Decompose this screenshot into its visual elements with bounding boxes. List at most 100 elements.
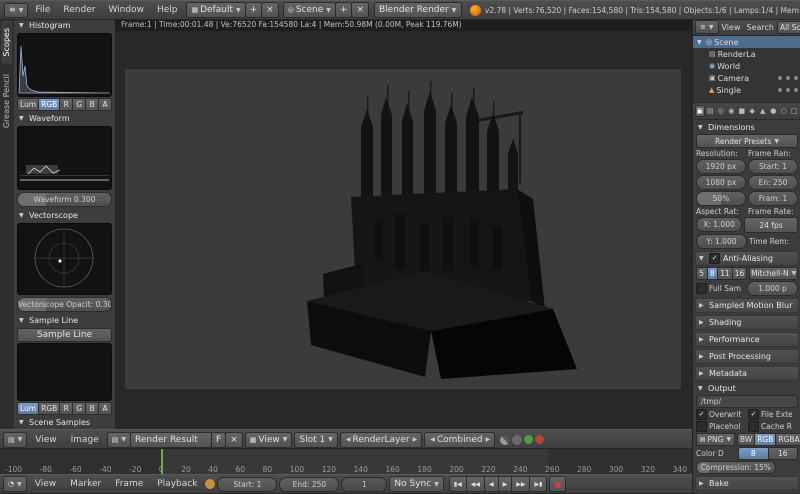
channel-g-button[interactable]: G (73, 98, 87, 111)
restrict-visibility-icon[interactable] (786, 88, 790, 92)
frame-start-field[interactable]: Start: 1 (748, 159, 798, 174)
channel-b-button[interactable]: B (86, 402, 100, 415)
channel-r-button[interactable]: R (60, 98, 74, 111)
file-format-dropdown[interactable]: ▤ PNG ▼ (696, 433, 735, 446)
start-frame-field[interactable]: Start: 1 (217, 476, 278, 492)
tab-object-icon[interactable]: ■ (737, 105, 747, 117)
channel-rgb-button[interactable]: RGB (39, 98, 61, 111)
outliner-item-world[interactable]: ◉ World (693, 60, 800, 72)
prev-keyframe-button[interactable]: ◀◀ (466, 476, 485, 492)
channel-lum-button[interactable]: Lum (17, 98, 40, 111)
menu-marker[interactable]: Marker (64, 479, 107, 489)
frame-rate-dropdown[interactable]: 24 fps (744, 217, 798, 233)
color-rgba-button[interactable]: RGBA (776, 433, 800, 446)
output-path-field[interactable]: /tmp/ (696, 395, 798, 408)
file-extensions-checkbox[interactable]: ✓ File Exte (748, 409, 798, 420)
end-frame-field[interactable]: End: 250 (279, 476, 340, 492)
sample-line-panel-header[interactable]: ▼ Sample Line (16, 314, 113, 327)
overwrite-checkbox[interactable]: ✓ Overwrit (696, 409, 746, 420)
menu-window[interactable]: Window (102, 5, 150, 15)
close-layout-button[interactable]: × (261, 2, 279, 18)
unlink-image-button[interactable]: × (225, 431, 243, 448)
jump-to-end-button[interactable]: ▶▮ (530, 476, 548, 492)
outliner-item-camera[interactable]: ▣ Camera (693, 72, 800, 84)
metadata-panel-header[interactable]: ▶ Metadata (695, 366, 799, 381)
channel-rgb-button[interactable]: RGB (39, 402, 61, 415)
restrict-selection-icon[interactable] (778, 76, 782, 80)
channel-lum-button[interactable]: Lum (17, 402, 40, 415)
jump-to-start-button[interactable]: ▮◀ (448, 476, 467, 492)
image-canvas[interactable] (115, 31, 692, 429)
timeline-region[interactable]: -100-80-60-40-20020406080100120140160180… (0, 448, 692, 475)
anti-aliasing-checkbox[interactable]: ✓ (709, 253, 720, 264)
layout-dropdown[interactable]: ▦ Default ▼ (186, 2, 246, 18)
timeline-ruler[interactable]: -100-80-60-40-20020406080100120140160180… (0, 465, 692, 474)
aa-filter-dropdown[interactable]: Mitchell-N ▼ (749, 267, 798, 280)
tab-render-layers-icon[interactable]: ▤ (706, 105, 716, 117)
menu-view-timeline[interactable]: View (29, 479, 62, 489)
color-rgb-button[interactable]: RGB (755, 433, 777, 446)
vectorscope-opacity-slider[interactable]: Vectorscope Opacit: 0.300 (17, 297, 112, 312)
menu-render[interactable]: Render (57, 5, 101, 15)
editor-type-button-image[interactable]: ▤ ▼ (3, 431, 28, 448)
depth-8-button[interactable]: 8 (738, 447, 769, 460)
sample-line-button[interactable]: Sample Line (17, 328, 112, 342)
menu-view-outliner[interactable]: View (719, 23, 744, 32)
red-dot-icon[interactable] (535, 435, 545, 444)
outliner-item-single[interactable]: ▲ Single (693, 84, 800, 96)
aa-samples-16-button[interactable]: 16 (732, 267, 748, 280)
green-dot-icon[interactable] (524, 435, 534, 444)
add-layout-button[interactable]: + (244, 2, 263, 18)
dimensions-panel-header[interactable]: ▼ Dimensions (695, 121, 799, 134)
output-panel-header[interactable]: ▼ Output (695, 382, 799, 395)
play-button[interactable]: ▶ (498, 476, 513, 492)
waveform-panel-header[interactable]: ▼ Waveform (16, 112, 113, 125)
restrict-render-icon[interactable] (794, 88, 798, 92)
slot-dropdown[interactable]: Slot 1 ▼ (294, 431, 338, 448)
outliner-item-scene[interactable]: ▼ ◎ Scene (693, 36, 800, 48)
menu-help[interactable]: Help (151, 5, 184, 15)
resolution-x-field[interactable]: 1920 px (696, 159, 746, 174)
frame-step-field[interactable]: Fram: 1 (748, 191, 798, 206)
tab-modifiers-icon[interactable]: ▲ (758, 105, 768, 117)
close-scene-button[interactable]: × (351, 2, 369, 18)
vectorscope-panel-header[interactable]: ▼ Vectorscope (16, 209, 113, 222)
outliner-item-renderlayer[interactable]: ▤ RenderLa (693, 48, 800, 60)
restrict-visibility-icon[interactable] (786, 76, 790, 80)
scene-samples-panel-header[interactable]: ▼ Scene Samples (16, 416, 113, 429)
add-scene-button[interactable]: + (334, 2, 353, 18)
bake-panel-header[interactable]: ▶ Bake (695, 476, 799, 491)
menu-file[interactable]: File (29, 5, 56, 15)
channel-b-button[interactable]: B (86, 98, 100, 111)
render-layer-dropdown[interactable]: ◀ RenderLayer ▶ (339, 431, 423, 448)
tab-constraints-icon[interactable]: ◆ (748, 105, 758, 117)
channel-a-button[interactable]: A (99, 98, 113, 111)
tab-texture-icon[interactable]: □ (790, 105, 800, 117)
frame-end-field[interactable]: En: 250 (748, 175, 798, 190)
motion-blur-panel-header[interactable]: ▶ Sampled Motion Blur (695, 298, 799, 313)
tab-data-icon[interactable]: ● (769, 105, 779, 117)
anti-aliasing-panel-header[interactable]: ▼ ✓ Anti-Aliasing (695, 251, 799, 266)
menu-playback[interactable]: Playback (151, 479, 203, 489)
pin-icon[interactable] (512, 434, 523, 445)
tab-scopes[interactable]: Scopes (1, 21, 12, 64)
outliner-display-dropdown[interactable]: All Sc▼ (776, 20, 800, 34)
placeholders-checkbox[interactable]: Placehol (696, 421, 746, 432)
tab-world-icon[interactable]: ◉ (727, 105, 737, 117)
image-name-field[interactable]: Render Result (130, 431, 213, 448)
menu-frame[interactable]: Frame (109, 479, 149, 489)
playhead[interactable] (161, 449, 163, 475)
waveform-opacity-slider[interactable]: Waveform 0.300 (17, 192, 112, 207)
aspect-x-field[interactable]: X: 1.000 (696, 217, 742, 232)
histogram-panel-header[interactable]: ▼ Histogram (16, 19, 113, 32)
scene-dropdown[interactable]: ◎ Scene ▼ (282, 2, 336, 18)
compression-slider[interactable]: Compression: 15% (696, 461, 776, 474)
aa-samples-11-button[interactable]: 11 (718, 267, 733, 280)
play-reverse-button[interactable]: ◀ (485, 476, 499, 492)
record-button[interactable]: ● (549, 476, 567, 492)
aa-samples-5-button[interactable]: 5 (696, 267, 708, 280)
post-processing-panel-header[interactable]: ▶ Post Processing (695, 349, 799, 364)
editor-type-button-timeline[interactable]: ◔ ▼ (3, 476, 27, 492)
view-mode-dropdown[interactable]: ▦ View ▼ (244, 431, 293, 448)
resolution-percentage-slider[interactable]: 50% (696, 191, 746, 206)
